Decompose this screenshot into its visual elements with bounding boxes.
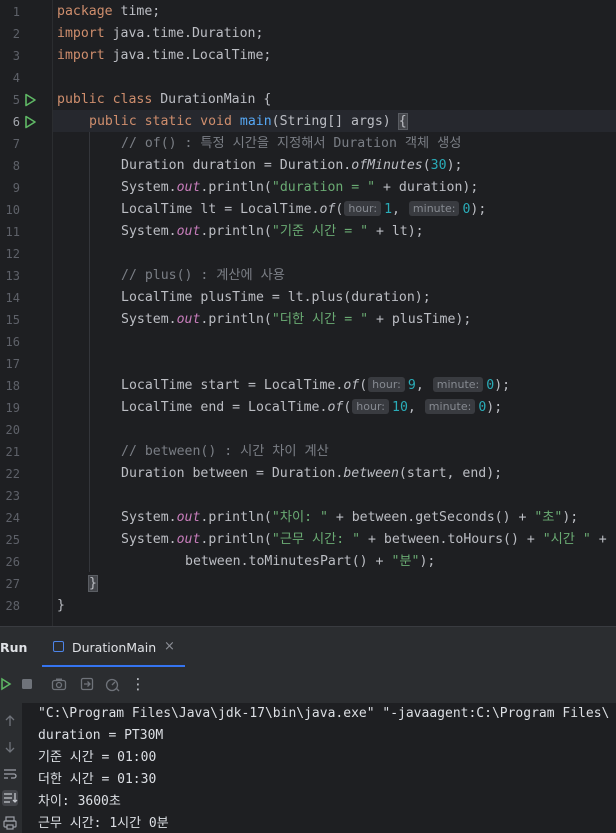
line-number: 18 (5, 379, 20, 393)
code-line: System.out.println("차이: " + between.getS… (121, 510, 579, 525)
code-line: LocalTime plusTime = lt.plus(duration); (121, 290, 431, 305)
console-line: 기준 시간 = 01:00 (38, 750, 157, 765)
run-toolwindow-title: Run (0, 640, 28, 655)
code-editor[interactable]: 1 2 3 4 5 6 7 8 9 10 11 12 13 14 15 16 1… (0, 0, 616, 626)
param-hint: hour: (352, 399, 389, 414)
scroll-up-icon[interactable] (2, 713, 18, 729)
code-line: LocalTime lt = LocalTime.of(hour: 1, minu… (121, 201, 487, 217)
line-number: 13 (5, 269, 20, 283)
line-number: 16 (5, 335, 20, 349)
line-number: 5 (12, 93, 20, 107)
line-number: 26 (5, 555, 20, 569)
code-line: import java.time.LocalTime; (57, 48, 272, 63)
code-line: between.toMinutesPart() + "분"); (185, 554, 436, 569)
code-line: System.out.println("duration = " + durat… (121, 180, 479, 195)
line-number: 25 (5, 533, 20, 547)
editor-gutter: 1 2 3 4 5 6 7 8 9 10 11 12 13 14 15 16 1… (0, 0, 52, 626)
tab-duration-main[interactable]: DurationMain × (42, 627, 185, 667)
code-line: // between() : 시간 차이 계산 (121, 444, 329, 459)
rerun-icon[interactable] (0, 676, 14, 692)
code-line: System.out.println("더한 시간 = " + plusTime… (121, 312, 472, 327)
line-number: 3 (12, 49, 20, 63)
console-line: "C:\Program Files\Java\jdk-17\bin\java.e… (38, 706, 610, 721)
line-number: 20 (5, 423, 20, 437)
scroll-down-icon[interactable] (2, 739, 18, 755)
code-line: LocalTime end = LocalTime.of(hour: 10, mi… (121, 399, 503, 415)
line-number: 12 (5, 247, 20, 261)
line-number: 14 (5, 291, 20, 305)
code-line: import java.time.Duration; (57, 26, 264, 41)
code-line: LocalTime start = LocalTime.of(hour: 9, m… (121, 377, 511, 393)
profiler-icon[interactable] (104, 676, 120, 692)
param-hint: minute: (432, 377, 484, 392)
line-number: 1 (12, 5, 20, 19)
param-hint: hour: (368, 377, 405, 392)
line-number: 27 (5, 577, 20, 591)
line-number: 24 (5, 511, 20, 525)
console-line: 차이: 3600초 (38, 794, 121, 809)
code-line: public static void main(String[] args) { (89, 113, 408, 130)
soft-wrap-icon[interactable] (2, 766, 18, 782)
run-toolwindow-header: Run DurationMain × (0, 627, 616, 667)
console-line: 더한 시간 = 01:30 (38, 772, 157, 787)
code-line: public class DurationMain { (57, 92, 272, 107)
line-number: 11 (5, 225, 20, 239)
console-line: 근무 시간: 1시간 0분 (38, 816, 169, 831)
code-line: // plus() : 계산에 사용 (121, 268, 285, 283)
line-number: 21 (5, 445, 20, 459)
more-options-icon[interactable]: ⋮ (130, 676, 146, 692)
line-number: 28 (5, 599, 20, 613)
code-line: Duration duration = Duration.ofMinutes(3… (121, 158, 463, 173)
restore-layout-icon[interactable] (79, 676, 95, 692)
param-hint: minute: (424, 399, 476, 414)
code-line: System.out.println("근무 시간: " + between.t… (121, 532, 607, 547)
stop-icon[interactable] (19, 676, 35, 692)
console-side-toolbar (0, 703, 22, 833)
scroll-to-end-icon[interactable] (2, 790, 18, 806)
code-line: System.out.println("기준 시간 = " + lt); (121, 224, 424, 239)
tab-label: DurationMain (72, 640, 157, 655)
class-file-icon (53, 641, 64, 652)
line-number: 22 (5, 467, 20, 481)
line-number: 23 (5, 489, 20, 503)
line-number: 10 (5, 203, 20, 217)
camera-icon[interactable] (51, 676, 67, 692)
run-gutter-icon[interactable] (23, 115, 37, 129)
line-number: 6 (12, 115, 20, 129)
console-output[interactable]: "C:\Program Files\Java\jdk-17\bin\java.e… (0, 703, 616, 833)
code-line: // of() : 특정 시간을 지정해서 Duration 객체 생성 (121, 136, 462, 151)
code-area[interactable]: package time; import java.time.Duration;… (57, 0, 616, 626)
code-line: } (88, 575, 98, 592)
param-hint: minute: (408, 201, 460, 216)
line-number: 4 (12, 71, 20, 85)
code-line: package time; (57, 4, 161, 19)
line-number: 17 (5, 357, 20, 371)
code-line: Duration between = Duration.between(star… (121, 466, 503, 481)
gutter-separator (52, 0, 53, 626)
print-icon[interactable] (2, 815, 18, 831)
run-toolbar: ⋮ (0, 667, 616, 703)
code-line: } (57, 598, 65, 613)
line-number: 15 (5, 313, 20, 327)
line-number: 8 (12, 159, 20, 173)
run-gutter-icon[interactable] (23, 93, 37, 107)
line-number: 9 (12, 181, 20, 195)
console-line: duration = PT30M (38, 728, 164, 743)
line-number: 7 (12, 137, 20, 151)
line-number: 19 (5, 401, 20, 415)
param-hint: hour: (344, 201, 382, 216)
line-number: 2 (12, 27, 20, 41)
close-icon[interactable]: × (164, 639, 175, 654)
